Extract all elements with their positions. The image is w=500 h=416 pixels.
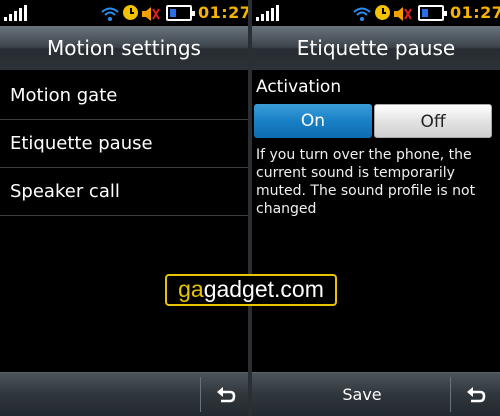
back-icon bbox=[217, 387, 236, 403]
page-title: Motion settings bbox=[0, 26, 248, 70]
status-bar: 01:27 bbox=[0, 0, 248, 26]
toggle-off-button[interactable]: Off bbox=[374, 104, 492, 138]
wifi-icon bbox=[101, 7, 119, 21]
battery-icon bbox=[166, 5, 195, 21]
softkey-bar bbox=[0, 372, 248, 416]
list-item-speaker-call[interactable]: Speaker call bbox=[0, 168, 248, 216]
status-time: 01:27 bbox=[450, 3, 500, 22]
list-item-etiquette-pause[interactable]: Etiquette pause bbox=[0, 120, 248, 168]
toggle-on-button[interactable]: On bbox=[254, 104, 372, 138]
activation-label: Activation bbox=[256, 77, 342, 97]
softkey-bar: Save bbox=[252, 372, 500, 416]
softkey-divider bbox=[450, 377, 451, 412]
etiquette-pause-screen: 01:27 Etiquette pause Activation On Off … bbox=[252, 0, 500, 416]
list-item-motion-gate[interactable]: Motion gate bbox=[0, 72, 248, 120]
back-button[interactable] bbox=[454, 373, 498, 416]
alarm-clock-icon bbox=[375, 5, 390, 20]
softkey-divider bbox=[200, 377, 201, 412]
signal-icon bbox=[256, 5, 280, 21]
back-icon bbox=[467, 387, 486, 403]
save-button[interactable]: Save bbox=[292, 373, 432, 416]
feature-description: If you turn over the phone, the current … bbox=[256, 147, 476, 217]
page-title: Etiquette pause bbox=[252, 26, 500, 70]
watermark-logo: gagadget.com bbox=[165, 274, 337, 306]
wifi-icon bbox=[353, 7, 371, 21]
signal-icon bbox=[4, 5, 28, 21]
mute-icon bbox=[142, 7, 160, 21]
mute-icon bbox=[394, 7, 412, 21]
status-bar: 01:27 bbox=[252, 0, 500, 26]
battery-icon bbox=[418, 5, 447, 21]
alarm-clock-icon bbox=[123, 5, 138, 20]
settings-list: Motion gate Etiquette pause Speaker call bbox=[0, 72, 248, 216]
status-time: 01:27 bbox=[198, 3, 248, 22]
motion-settings-screen: 01:27 Motion settings Motion gate Etique… bbox=[0, 0, 248, 416]
back-button[interactable] bbox=[204, 373, 248, 416]
